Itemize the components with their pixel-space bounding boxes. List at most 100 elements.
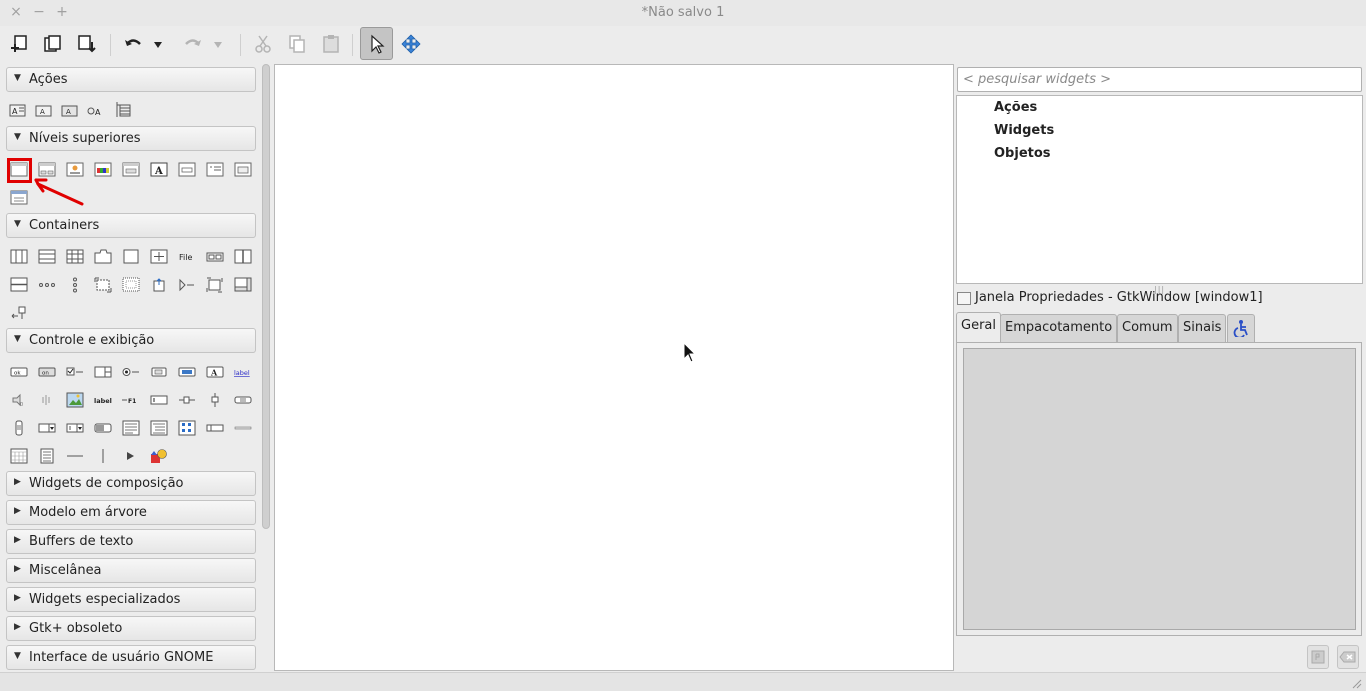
drag-resize-mode-button[interactable]: [396, 29, 426, 59]
action-group-icon[interactable]: [114, 100, 132, 117]
tab-comum[interactable]: Comum: [1117, 314, 1178, 342]
palette-group-interface-gnome[interactable]: ▼ Interface de usuário GNOME: [6, 645, 256, 670]
toggle-button-icon[interactable]: on: [38, 364, 56, 380]
arrow-widget-icon[interactable]: [122, 448, 140, 464]
scrolled-window-icon[interactable]: [234, 277, 252, 293]
menu-widget-icon[interactable]: [38, 448, 56, 464]
redo-history-button[interactable]: [208, 29, 230, 59]
horizontal-scale-icon[interactable]: [178, 392, 196, 408]
undo-history-button[interactable]: [148, 29, 170, 59]
fixed-layout-icon[interactable]: [122, 277, 140, 293]
toggle-action-icon[interactable]: A: [35, 103, 53, 119]
scale-button-icon[interactable]: 0: [10, 392, 28, 408]
edit-properties-button[interactable]: [1307, 645, 1329, 669]
tree-node[interactable]: Widgets: [994, 123, 1054, 138]
label-widget-icon[interactable]: label: [94, 392, 112, 408]
menu-bar-icon[interactable]: File: [178, 249, 196, 265]
palette-group-modelo-em-arvore[interactable]: ▶ Modelo em árvore: [6, 500, 256, 525]
horizontal-separator-icon[interactable]: [234, 420, 252, 436]
text-entry-icon[interactable]: [150, 392, 168, 408]
color-button-icon[interactable]: [178, 364, 196, 380]
inspector-tree[interactable]: Ações Widgets Objetos: [956, 95, 1363, 284]
palette-group-widgets-de-composicao[interactable]: ▶ Widgets de composição: [6, 471, 256, 496]
redo-button[interactable]: [178, 29, 208, 59]
link-button-icon[interactable]: label: [234, 364, 252, 380]
dialog-icon[interactable]: [122, 162, 140, 178]
viewport-icon[interactable]: [206, 277, 224, 293]
combo-box-icon[interactable]: [38, 420, 56, 436]
vertical-scale-icon[interactable]: [206, 392, 224, 408]
radio-action-icon[interactable]: A: [61, 103, 79, 119]
notebook-icon[interactable]: [94, 249, 112, 265]
tree-view-icon[interactable]: [150, 420, 168, 436]
action-widget-icon[interactable]: A: [9, 103, 27, 119]
palette-scrollbar[interactable]: [262, 64, 270, 529]
volume-button-icon[interactable]: [38, 392, 56, 408]
horizontal-box-icon[interactable]: [10, 249, 28, 265]
tree-node[interactable]: Ações: [994, 100, 1037, 115]
vertical-box-icon[interactable]: [38, 249, 56, 265]
color-selection-dialog-icon[interactable]: [94, 162, 112, 178]
combo-box-entry-icon[interactable]: [66, 420, 84, 436]
palette-group-containers[interactable]: ▼ Containers: [6, 213, 256, 238]
vertical-paned-icon[interactable]: [10, 277, 28, 293]
radio-button-icon[interactable]: [122, 364, 140, 380]
palette-group-gtk-obsoleto[interactable]: ▶ Gtk+ obsoleto: [6, 616, 256, 641]
spin-button-icon[interactable]: [94, 364, 112, 380]
palette-group-buffers-de-texto[interactable]: ▶ Buffers de texto: [6, 529, 256, 554]
table-icon[interactable]: [66, 249, 84, 265]
vertical-separator-icon[interactable]: [94, 448, 112, 464]
tab-geral[interactable]: Geral: [956, 312, 1001, 343]
palette-group-niveis-superiores[interactable]: ▼ Níveis superiores: [6, 126, 256, 151]
file-chooser-dialog-icon[interactable]: [10, 190, 28, 206]
cut-button[interactable]: [248, 29, 278, 59]
widget-search-input[interactable]: < pesquisar widgets >: [957, 67, 1362, 92]
font-button-icon[interactable]: A: [206, 364, 224, 380]
select-mode-button[interactable]: [360, 27, 393, 60]
horizontal-paned-icon[interactable]: [234, 249, 252, 265]
file-chooser-button-icon[interactable]: [150, 364, 168, 380]
tab-accessibility[interactable]: [1227, 314, 1255, 342]
progress-bar-icon[interactable]: [94, 420, 112, 436]
design-canvas[interactable]: [274, 64, 954, 671]
tab-empacotamento[interactable]: Empacotamento: [1000, 314, 1118, 342]
vertical-button-box-icon[interactable]: [66, 277, 84, 293]
palette-group-widgets-especializados[interactable]: ▶ Widgets especializados: [6, 587, 256, 612]
clear-properties-button[interactable]: [1337, 645, 1359, 669]
save-button[interactable]: [72, 29, 102, 59]
copy-button[interactable]: [282, 29, 312, 59]
new-button[interactable]: [4, 29, 34, 59]
recent-chooser-dialog-icon[interactable]: [234, 162, 252, 178]
expander-widget-icon[interactable]: [178, 277, 196, 293]
resize-grip-icon[interactable]: [1350, 677, 1362, 689]
font-selection-dialog-icon[interactable]: A: [150, 162, 168, 178]
layout-icon[interactable]: [94, 277, 112, 293]
palette-group-miscelanea[interactable]: ▶ Miscelânea: [6, 558, 256, 583]
tree-node[interactable]: Objetos: [994, 146, 1051, 161]
event-box-icon[interactable]: [150, 277, 168, 293]
open-button[interactable]: [38, 29, 68, 59]
toolbar-widget-icon[interactable]: [206, 249, 224, 265]
vertical-scrollbar-icon[interactable]: [10, 420, 28, 436]
horizontal-separator-line-icon[interactable]: [66, 448, 84, 464]
input-dialog-icon[interactable]: [178, 162, 196, 178]
check-button-icon[interactable]: [66, 364, 84, 380]
fixed-container-icon[interactable]: [150, 249, 168, 265]
status-bar-icon[interactable]: [206, 420, 224, 436]
accel-label-icon[interactable]: F1: [122, 392, 140, 408]
recent-action-icon[interactable]: A: [87, 103, 105, 119]
alignment-icon[interactable]: [10, 305, 28, 321]
calendar-icon[interactable]: [10, 448, 28, 464]
tab-sinais[interactable]: Sinais: [1178, 314, 1227, 342]
undo-button[interactable]: [118, 29, 148, 59]
button-widget-icon[interactable]: ok: [10, 364, 28, 380]
message-dialog-icon[interactable]: [206, 162, 224, 178]
image-widget-icon[interactable]: [66, 392, 84, 408]
horizontal-scrollbar-icon[interactable]: [234, 392, 252, 408]
text-view-icon[interactable]: [122, 420, 140, 436]
drawing-area-icon[interactable]: [150, 448, 168, 464]
paste-button[interactable]: [316, 29, 346, 59]
palette-group-controle-e-exibicao[interactable]: ▼ Controle e exibição: [6, 328, 256, 353]
palette-group-acoes[interactable]: ▼ Ações: [6, 67, 256, 92]
icon-view-icon[interactable]: [178, 420, 196, 436]
